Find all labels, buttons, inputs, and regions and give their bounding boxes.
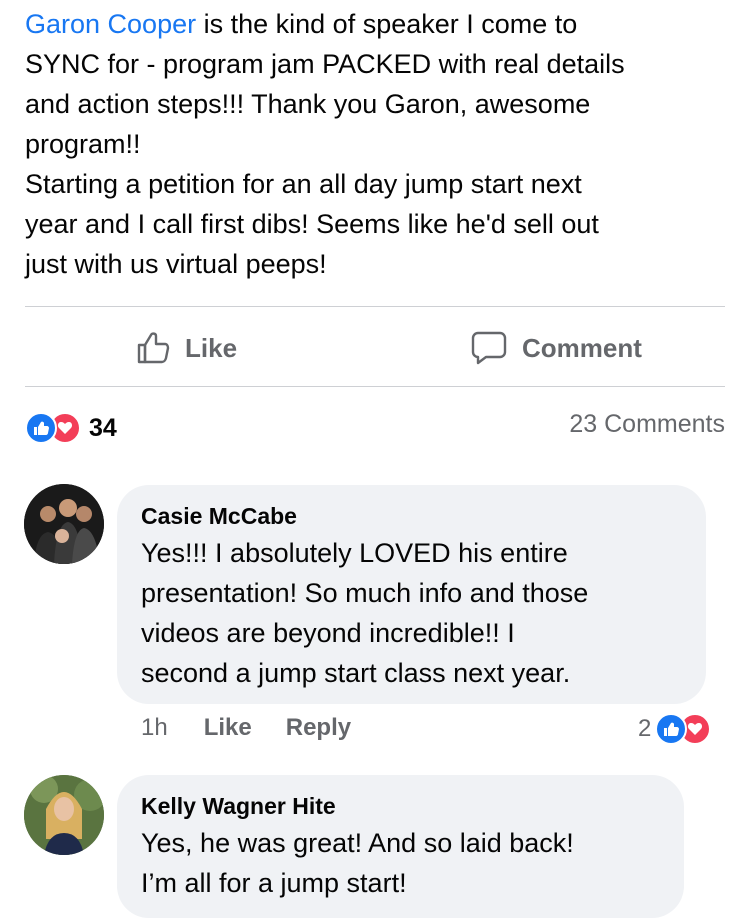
- comment-label: Comment: [522, 332, 642, 363]
- comment-author[interactable]: Casie McCabe: [141, 501, 682, 531]
- comment-bubble-icon: [471, 331, 507, 365]
- divider: [25, 386, 725, 387]
- thumbs-up-icon: [137, 332, 170, 364]
- post-text-line: year and I call first dibs! Seems like h…: [25, 209, 599, 239]
- comment-author[interactable]: Kelly Wagner Hite: [141, 791, 660, 821]
- comment-text-line: presentation! So much info and those: [141, 578, 589, 608]
- like-button[interactable]: Like: [135, 326, 237, 370]
- post-text-line: program!!: [25, 129, 141, 159]
- comment-meta: 1h Like Reply: [141, 714, 351, 742]
- divider: [25, 306, 725, 307]
- reaction-count: 34: [89, 413, 117, 442]
- comment-text: Yes!!! I absolutely LOVED his entire pre…: [141, 533, 682, 693]
- comment-text-line: second a jump start class next year.: [141, 658, 571, 688]
- comment-text-line: I’m all for a jump start!: [141, 868, 407, 898]
- post-text-line: is the kind of speaker I come to: [196, 9, 578, 39]
- comment-reaction-count: 2: [638, 715, 652, 742]
- mention-link[interactable]: Garon Cooper: [25, 9, 196, 39]
- comment-text-line: Yes, he was great! And so laid back!: [141, 828, 574, 858]
- reaction-summary[interactable]: 34: [25, 412, 117, 444]
- comment-like-button[interactable]: Like: [204, 714, 252, 742]
- post-text-line: and action steps!!! Thank you Garon, awe…: [25, 89, 591, 119]
- comment-reply-button[interactable]: Reply: [286, 714, 351, 742]
- like-reaction-icon: [25, 412, 57, 444]
- like-reaction-icon: [655, 713, 688, 745]
- comments-count-link[interactable]: 23 Comments: [569, 410, 725, 439]
- post-body: Garon Cooper is the kind of speaker I co…: [25, 4, 725, 284]
- post-text-line: just with us virtual peeps!: [25, 249, 327, 279]
- comment-time[interactable]: 1h: [141, 714, 168, 742]
- comment-button[interactable]: Comment: [470, 326, 642, 370]
- avatar[interactable]: [24, 775, 104, 855]
- comment-reaction-summary[interactable]: 2: [638, 712, 712, 746]
- avatar[interactable]: [24, 484, 104, 564]
- comment-bubble: Kelly Wagner Hite Yes, he was great! And…: [117, 775, 684, 918]
- post-text-line: Starting a petition for an all day jump …: [25, 169, 582, 199]
- comment-bubble: Casie McCabe Yes!!! I absolutely LOVED h…: [117, 485, 706, 704]
- comment-text-line: Yes!!! I absolutely LOVED his entire: [141, 538, 568, 568]
- comment-text: Yes, he was great! And so laid back! I’m…: [141, 823, 660, 903]
- comment-text-line: videos are beyond incredible!! I: [141, 618, 515, 648]
- like-label: Like: [185, 332, 238, 363]
- post-text-line: SYNC for - program jam PACKED with real …: [25, 49, 625, 79]
